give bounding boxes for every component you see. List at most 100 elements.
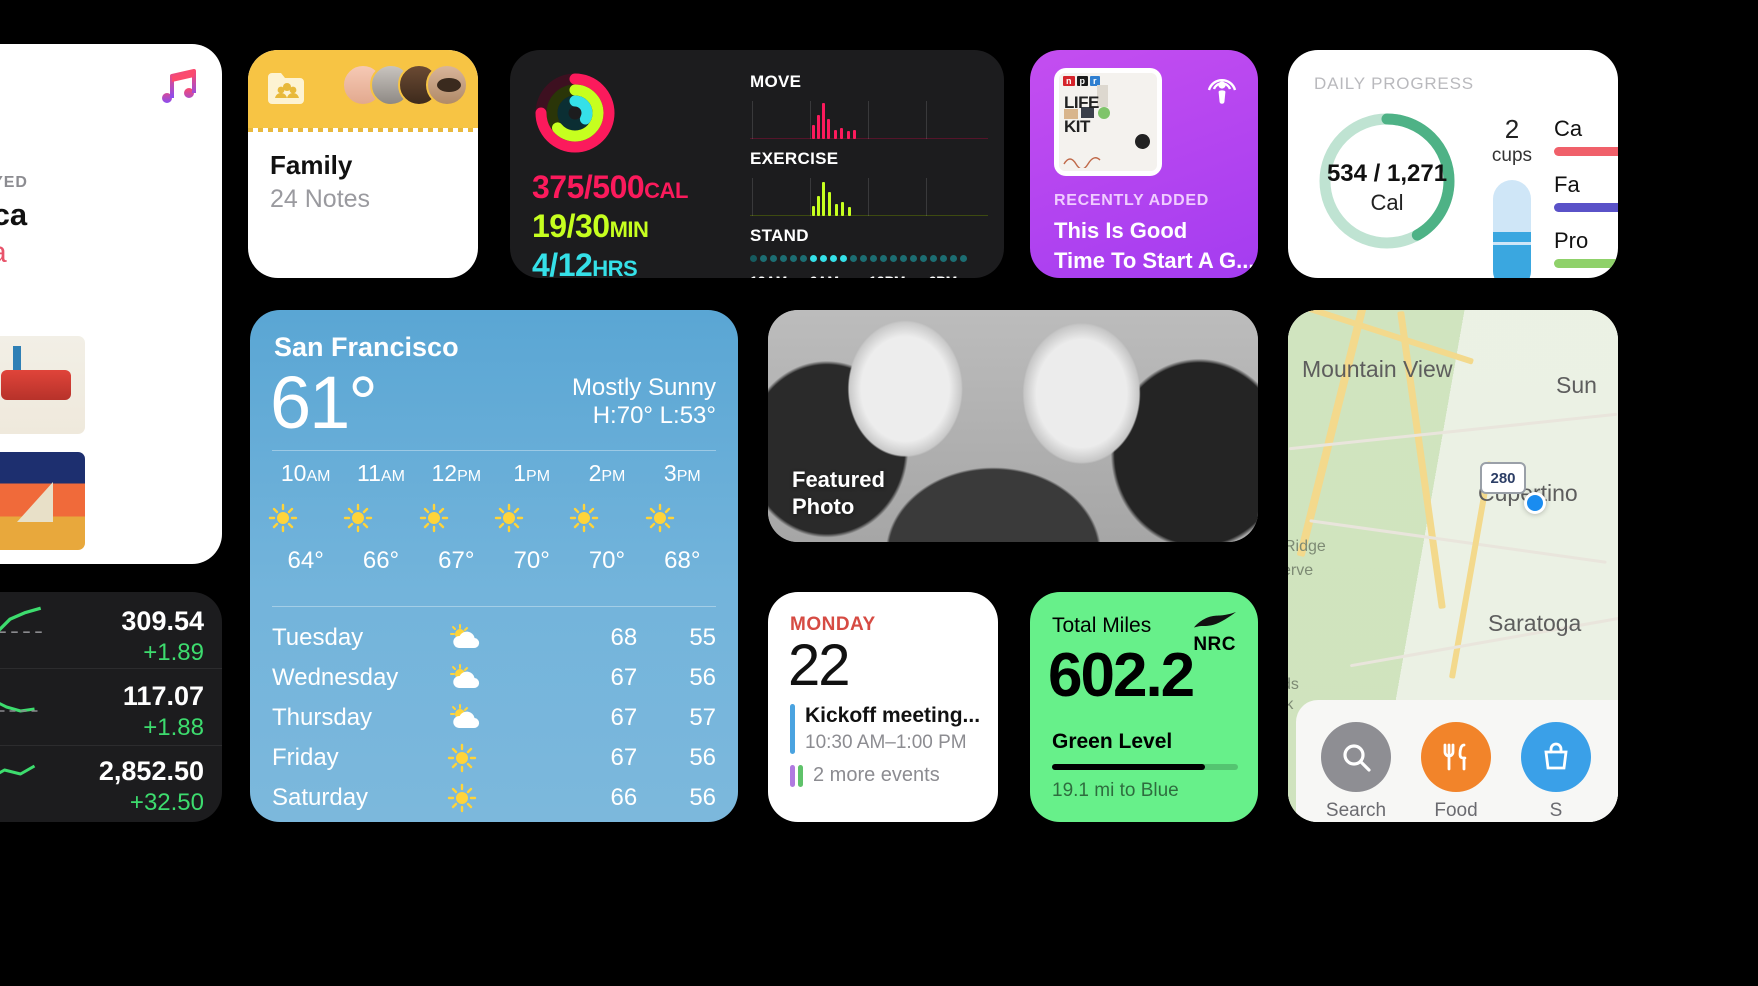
music-section-label: NTLY PLAYED <box>0 174 28 191</box>
podcast-title-line2: Time To Start A G... <box>1054 248 1255 273</box>
sun-icon <box>445 783 551 813</box>
avatar <box>426 64 468 106</box>
map-button-label: S <box>1549 800 1563 821</box>
legend-bar <box>1554 147 1618 156</box>
sun-cloud-icon <box>445 624 551 652</box>
activity-rings-icon <box>534 72 616 154</box>
stock-change: +32.50 <box>129 789 204 816</box>
water-value: 2 <box>1504 114 1520 144</box>
daily-forecast: Tuesday 68 55 Wednesday 67 56 Thursday 6… <box>272 618 716 818</box>
nike-metric-label: Total Miles <box>1052 614 1152 637</box>
stock-row[interactable]: 309.54 +1.89 <box>0 592 222 669</box>
map-small-label: ds <box>1288 676 1299 693</box>
album-art-grid <box>0 322 222 562</box>
divider <box>272 450 716 451</box>
sun-icon <box>343 503 418 533</box>
food-icon <box>1421 722 1491 792</box>
music-widget[interactable]: NTLY PLAYED omatica y Gaga <box>0 44 222 564</box>
legend-label: Ca <box>1554 116 1583 141</box>
shared-folder-icon <box>266 70 308 104</box>
weather-high-low: H:70° L:53° <box>592 402 716 429</box>
forecast-row: Friday 67 56 <box>272 743 717 773</box>
map-label-mountain-view: Mountain View <box>1302 356 1453 382</box>
more-events-label: 2 more events <box>813 764 940 786</box>
nike-brand-label: NRC <box>1193 634 1236 655</box>
axis-tick: 12PM <box>869 273 929 278</box>
photo-caption-line2: Photo <box>792 493 855 519</box>
legend-item: Ca <box>1554 116 1618 156</box>
stock-price: 309.54 <box>121 606 204 636</box>
sun-icon <box>445 743 551 773</box>
sun-icon <box>645 503 720 533</box>
podcasts-icon <box>1202 68 1242 108</box>
stock-price: 117.07 <box>122 681 204 711</box>
notes-widget[interactable]: Family 24 Notes <box>248 50 478 278</box>
hour-cell: 11AM 66° <box>343 460 418 575</box>
search-icon <box>1321 722 1391 792</box>
stand-chart-label: STAND <box>750 226 809 245</box>
map-small-label: rk <box>1288 696 1294 713</box>
notes-count: 24 Notes <box>270 185 371 213</box>
npr-letter-p: p <box>1076 76 1088 86</box>
map-label-sunnyvale: Sun <box>1556 372 1597 398</box>
nike-level: Green Level <box>1052 730 1173 753</box>
podcast-section-label: RECENTLY ADDED <box>1054 192 1210 209</box>
nike-swoosh-icon <box>1192 612 1238 634</box>
calendar-event[interactable]: Kickoff meeting... 10:30 AM–1:00 PM <box>790 704 980 754</box>
hour-cell: 3PM 68° <box>645 460 720 575</box>
hour-cell: 1PM 70° <box>494 460 569 575</box>
album-art-4[interactable] <box>0 452 85 550</box>
water-unit: cups <box>1491 145 1533 166</box>
maps-widget[interactable]: Mountain View Cupertino Saratoga Sun Rid… <box>1288 310 1618 822</box>
forecast-row: Tuesday 68 55 <box>272 624 717 652</box>
legend-label: Fa <box>1554 172 1580 197</box>
stock-row[interactable]: 2,852.50 +32.50 <box>0 746 222 822</box>
hour-cell: 10AM 64° <box>268 460 343 575</box>
map-button-search[interactable]: Search <box>1314 722 1398 822</box>
map-button-food[interactable]: Food <box>1414 722 1498 822</box>
stocks-widget[interactable]: 309.54 +1.89 117.07 +1.88 2,852.50 +32.5… <box>0 592 222 822</box>
exercise-stat: 19/30MIN <box>532 208 649 245</box>
calendar-more-events[interactable]: 2 more events <box>790 764 940 787</box>
forecast-row: Wednesday 67 56 <box>272 664 717 691</box>
event-color-bar <box>798 764 803 787</box>
weather-widget[interactable]: San Francisco 61° Mostly Sunny H:70° L:5… <box>250 310 738 822</box>
calendar-widget[interactable]: MONDAY 22 Kickoff meeting... 10:30 AM–1:… <box>768 592 998 822</box>
podcast-art-line1: LIFE <box>1064 93 1099 112</box>
notes-avatar-group <box>342 64 468 106</box>
legend-item: Pro <box>1554 228 1618 268</box>
water-gauge <box>1493 180 1531 278</box>
water-intake: 2 cups <box>1481 114 1543 167</box>
nike-run-club-widget[interactable]: NRC Total Miles 602.2 Green Level 19.1 m… <box>1030 592 1258 822</box>
stock-row[interactable]: 117.07 +1.88 <box>0 669 222 746</box>
podcasts-widget[interactable]: n p r LIFE KIT RECENTLY ADDED This Is Go… <box>1030 50 1258 278</box>
music-album-title: omatica <box>0 197 28 232</box>
weather-city: San Francisco <box>274 332 459 362</box>
map-button-shopping[interactable]: S <box>1514 722 1598 822</box>
exercise-chart <box>750 174 988 216</box>
music-note-icon <box>156 64 200 108</box>
map-button-label: Food <box>1434 800 1478 821</box>
sun-icon <box>268 503 343 533</box>
highway-shield-icon: 280 <box>1480 462 1526 494</box>
fitness-charts: MOVE EXERCISE STAND <box>750 72 988 278</box>
fitness-stats: 375/500CAL 19/30MIN 4/12HRS <box>532 168 688 278</box>
sun-cloud-icon <box>445 704 551 732</box>
legend-label: Pro <box>1554 228 1589 253</box>
move-chart <box>750 97 988 139</box>
map-label-saratoga: Saratoga <box>1488 610 1582 636</box>
music-widget-header: NTLY PLAYED omatica y Gaga <box>0 44 222 292</box>
legend-bar <box>1554 203 1618 212</box>
fitness-widget[interactable]: 375/500CAL 19/30MIN 4/12HRS MOVE EXERCIS… <box>510 50 1004 278</box>
stand-stat: 4/12HRS <box>532 247 638 278</box>
calendar-date: 22 <box>788 633 850 698</box>
podcast-artwork[interactable]: n p r LIFE KIT <box>1054 68 1162 176</box>
sun-icon <box>419 503 494 533</box>
hour-cell: 2PM 70° <box>569 460 644 575</box>
podcast-art-line2: KIT <box>1064 117 1090 136</box>
photos-widget[interactable]: Featured Photo <box>768 310 1258 542</box>
map-action-sheet: Search Food S <box>1296 700 1618 822</box>
health-widget[interactable]: DAILY PROGRESS 534 / 1,271 Cal 2 cups Ca… <box>1288 50 1618 278</box>
notes-widget-header <box>248 50 478 128</box>
album-art-2[interactable] <box>0 336 85 434</box>
